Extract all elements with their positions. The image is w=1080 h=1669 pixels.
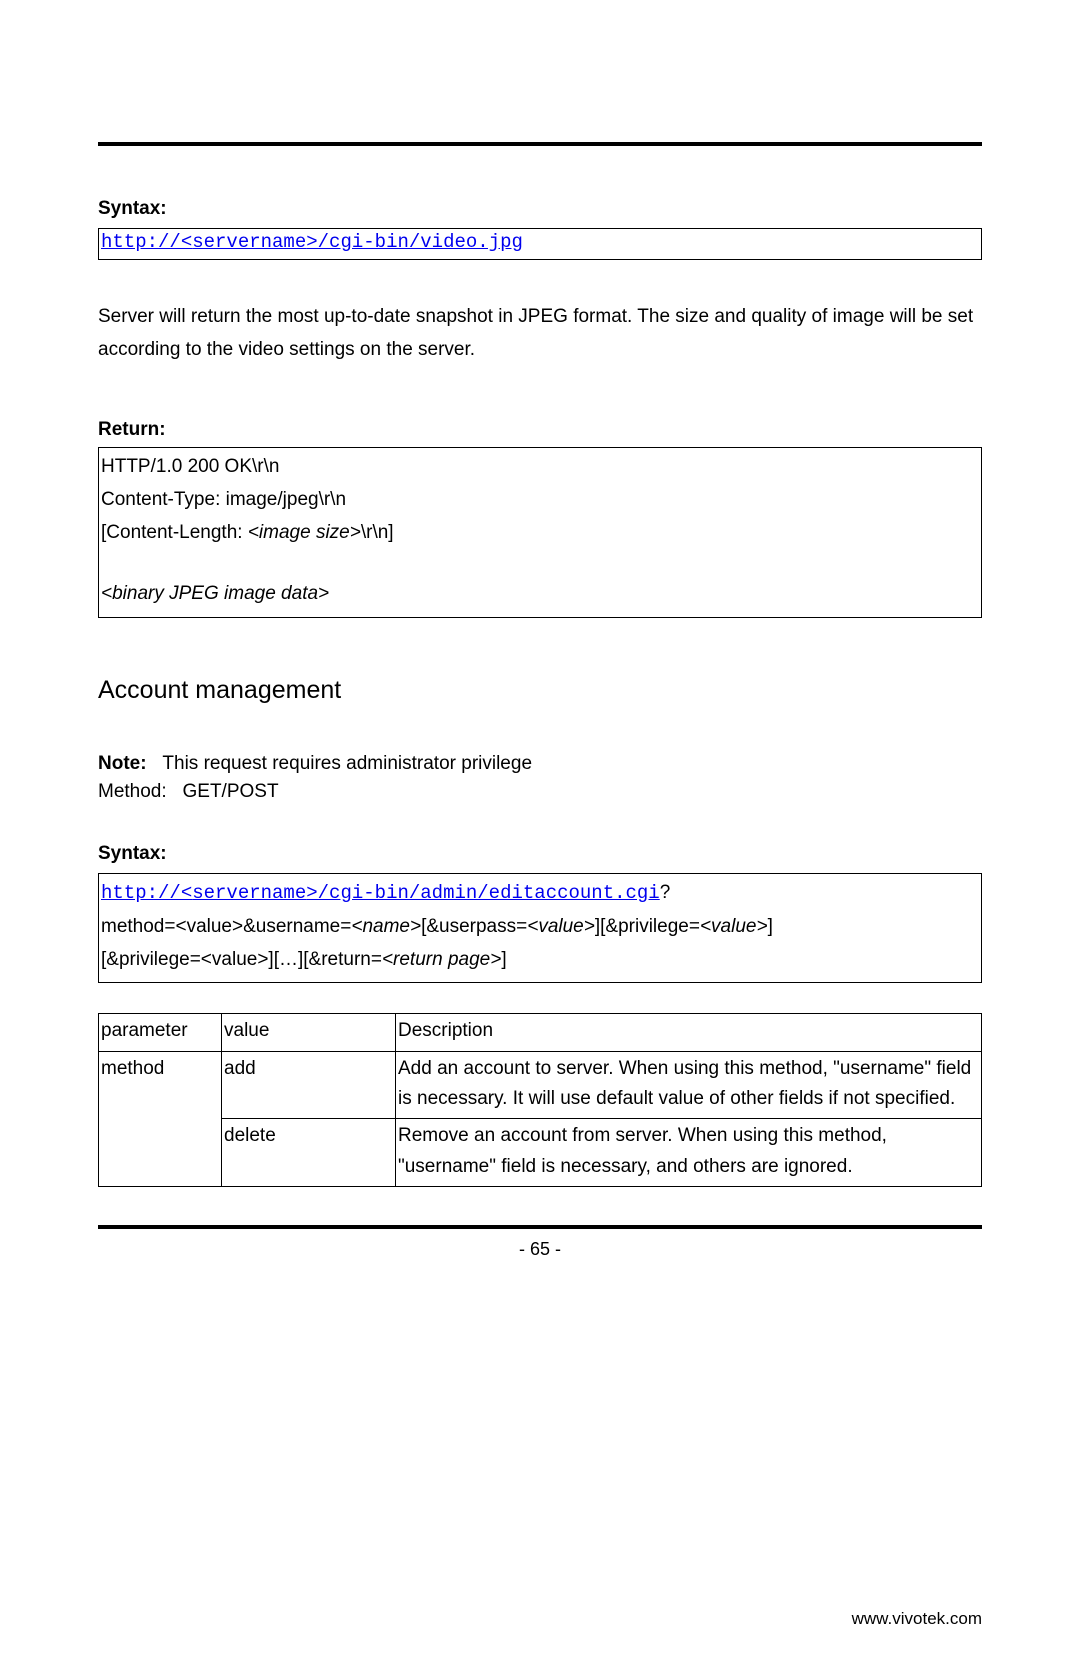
p2c: ] [501, 949, 506, 970]
method-label: Method: [98, 781, 167, 802]
p2a: [&privilege=<value>][…][&return= [101, 949, 382, 970]
p1g: ] [768, 916, 773, 937]
method-line: Method: GET/POST [98, 781, 982, 803]
cell-desc: Add an account to server. When using thi… [396, 1051, 982, 1119]
url-servername: servername [192, 231, 306, 253]
bottom-divider [98, 1225, 982, 1229]
th-parameter: parameter [99, 1014, 222, 1051]
p1b: <name> [351, 916, 421, 937]
url2-prefix: http://< [101, 882, 192, 904]
p1a: method=<value>&username= [101, 916, 351, 937]
syntax-url-2: http://<servername>/cgi-bin/admin/editac… [101, 882, 660, 904]
description-text: Server will return the most up-to-date s… [98, 300, 982, 367]
top-divider [98, 142, 982, 146]
return-line-2: Content-Type: image/jpeg\r\n [101, 483, 979, 516]
syntax-label-2: Syntax: [98, 843, 982, 865]
table-header-row: parameter value Description [99, 1014, 982, 1051]
th-description: Description [396, 1014, 982, 1051]
syntax-box-2: http://<servername>/cgi-bin/admin/editac… [98, 873, 982, 984]
cell-value: delete [222, 1119, 396, 1187]
note-label: Note: [98, 753, 147, 774]
p1c: [&userpass= [421, 916, 527, 937]
note-text: This request requires administrator priv… [162, 753, 532, 774]
syntax2-params-row2: [&privilege=<value>][…][&return=<return … [101, 943, 979, 976]
return-line-3: [Content-Length: <image size>\r\n] [101, 516, 979, 549]
return-l3-prefix: [Content-Length: [101, 522, 248, 543]
url-suffix: >/cgi-bin/video.jpg [306, 231, 523, 253]
syntax2-params-row1: method=<value>&username=<name>[&userpass… [101, 910, 979, 943]
return-box: HTTP/1.0 200 OK\r\n Content-Type: image/… [98, 447, 982, 618]
return-l3-suffix: \r\n] [361, 522, 394, 543]
return-label: Return: [98, 419, 982, 441]
section-heading: Account management [98, 676, 982, 705]
table-row: method add Add an account to server. Whe… [99, 1051, 982, 1119]
url2-suffix: >/cgi-bin/admin/editaccount.cgi [306, 882, 659, 904]
syntax-label-1: Syntax: [98, 198, 982, 220]
cell-value: add [222, 1051, 396, 1119]
cell-desc: Remove an account from server. When usin… [396, 1119, 982, 1187]
page-number: - 65 - [98, 1239, 982, 1260]
url2-qmark: ? [660, 882, 671, 903]
table-row: delete Remove an account from server. Wh… [99, 1119, 982, 1187]
return-line-4: <binary JPEG image data> [101, 577, 979, 610]
return-l3-italic: <image size> [248, 522, 361, 543]
th-value: value [222, 1014, 396, 1051]
p1e: ][&privilege= [595, 916, 700, 937]
p1f: <value> [700, 916, 768, 937]
url-prefix: http://< [101, 231, 192, 253]
method-value: GET/POST [183, 781, 279, 802]
return-line-1: HTTP/1.0 200 OK\r\n [101, 450, 979, 483]
syntax2-url-row: http://<servername>/cgi-bin/admin/editac… [101, 876, 979, 910]
parameter-table: parameter value Description method add A… [98, 1013, 982, 1187]
syntax-url-1: http://<servername>/cgi-bin/video.jpg [101, 231, 523, 253]
p2b: <return page> [382, 949, 501, 970]
syntax-box-1: http://<servername>/cgi-bin/video.jpg [98, 228, 982, 260]
note-line: Note: This request requires administrato… [98, 753, 982, 775]
footer-url: www.vivotek.com [852, 1609, 982, 1629]
cell-param: method [99, 1051, 222, 1187]
url2-servername: servername [192, 882, 306, 904]
p1d: <value> [527, 916, 595, 937]
